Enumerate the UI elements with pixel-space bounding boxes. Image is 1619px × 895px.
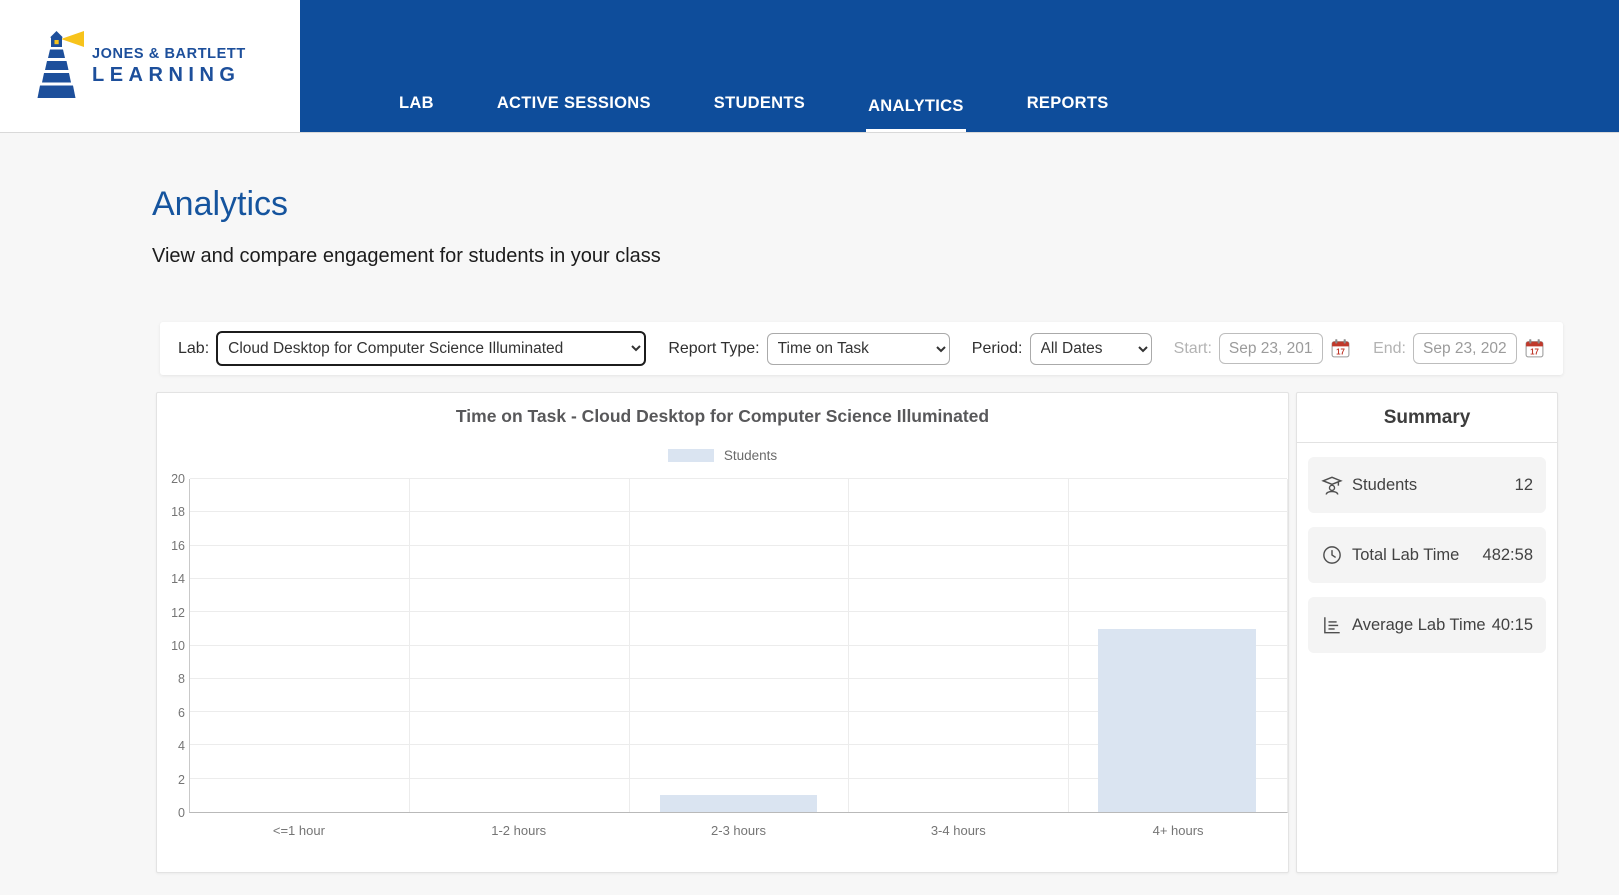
nav-tab-analytics[interactable]: ANALYTICS <box>866 97 966 132</box>
chart-x-axis: <=1 hour 1-2 hours 2-3 hours 3-4 hours 4+ ho… <box>189 823 1288 838</box>
student-icon <box>1321 474 1343 496</box>
summary-row-value: 482:58 <box>1482 545 1533 564</box>
summary-panel: Summary Students 12 Total Lab Time 482:5… <box>1296 392 1558 873</box>
lab-filter-group: Lab: Cloud Desktop for Computer Science … <box>178 331 647 366</box>
summary-divider <box>1297 442 1557 443</box>
report-type-filter-group: Report Type: Time on Task <box>668 332 950 365</box>
page-subtitle: View and compare engagement for students… <box>152 245 661 267</box>
brand-logo[interactable]: JONES & BARTLETT LEARNING <box>0 0 300 132</box>
summary-row-label: Average Lab Time <box>1352 615 1486 634</box>
start-date-input[interactable] <box>1218 333 1323 364</box>
period-select[interactable]: All Dates <box>1029 332 1152 365</box>
chart-legend: Students <box>157 448 1288 463</box>
legend-label-students: Students <box>723 448 778 463</box>
y-axis-tick-label: 4 <box>178 739 185 754</box>
summary-row-value: 12 <box>1514 475 1533 494</box>
x-axis-tick-label: 3-4 hours <box>930 823 986 838</box>
x-axis-tick-label: 4+ hours <box>1152 823 1204 838</box>
svg-text:17: 17 <box>1530 347 1539 356</box>
brand-line2: LEARNING <box>92 63 241 86</box>
summary-title: Summary <box>1383 407 1471 428</box>
brand-line1: JONES & BARTLETT <box>92 45 246 62</box>
chart-title: Time on Task - Cloud Desktop for Compute… <box>455 406 990 426</box>
bar-4+ hours <box>1098 628 1257 812</box>
y-axis-tick-label: 20 <box>171 472 185 486</box>
y-axis-tick-label: 18 <box>171 505 185 520</box>
gridline <box>628 479 630 812</box>
gridline <box>190 511 1287 513</box>
clock-icon <box>1321 544 1343 566</box>
summary-row-value: 40:15 <box>1491 615 1533 634</box>
gridline <box>848 479 850 812</box>
gridline <box>190 577 1287 579</box>
x-axis-tick-label: 1-2 hours <box>491 823 547 838</box>
brand-name: JONES & BARTLETT LEARNING <box>92 46 246 87</box>
nav-tab-students[interactable]: STUDENTS <box>712 94 807 133</box>
lab-label: Lab: <box>178 339 210 357</box>
header: JONES & BARTLETT LEARNING LAB ACTIVE SES… <box>0 0 1619 133</box>
summary-row-total-lab-time: Total Lab Time 482:58 <box>1308 527 1546 583</box>
nav-tab-reports[interactable]: REPORTS <box>1025 94 1111 133</box>
gridline <box>190 544 1287 546</box>
main-navigation: LAB ACTIVE SESSIONS STUDENTS ANALYTICS R… <box>300 0 1619 132</box>
y-axis-tick-label: 10 <box>171 639 185 653</box>
period-label: Period: <box>971 339 1023 357</box>
y-axis-tick-label: 12 <box>171 605 185 620</box>
lighthouse-logo-icon <box>28 29 86 103</box>
x-axis-tick-label: 2-3 hours <box>711 823 766 838</box>
bar-chart-icon <box>1321 614 1343 636</box>
summary-row-average-lab-time: Average Lab Time 40:15 <box>1308 597 1546 653</box>
x-axis-tick-label: <=1 hour <box>272 823 325 838</box>
y-axis-tick-label: 2 <box>178 772 185 787</box>
svg-text:17: 17 <box>1336 347 1345 356</box>
bar-2-3 hours <box>659 795 818 812</box>
y-axis-tick-label: 16 <box>171 538 185 553</box>
gridline <box>190 478 1287 479</box>
gridline <box>1067 479 1069 812</box>
summary-row-label: Students <box>1352 475 1418 494</box>
y-axis-tick-label: 6 <box>178 705 185 720</box>
report-type-label: Report Type: <box>668 339 760 357</box>
gridline <box>190 611 1287 613</box>
period-filter-group: Period: All Dates <box>971 332 1152 365</box>
nav-tab-lab[interactable]: LAB <box>397 94 436 133</box>
start-date-group: Start: 17 <box>1174 333 1351 364</box>
end-date-group: End: 17 <box>1373 333 1545 364</box>
report-type-select[interactable]: Time on Task <box>766 332 950 365</box>
filter-bar: Lab: Cloud Desktop for Computer Science … <box>160 322 1563 375</box>
lab-select[interactable]: Cloud Desktop for Computer Science Illum… <box>216 331 647 366</box>
summary-row-label: Total Lab Time <box>1352 545 1460 564</box>
start-date-calendar-button[interactable]: 17 <box>1330 338 1351 359</box>
y-axis-tick-label: 0 <box>178 806 185 820</box>
end-date-calendar-button[interactable]: 17 <box>1524 338 1545 359</box>
calendar-icon: 17 <box>1330 338 1351 359</box>
page-title: Analytics <box>152 185 289 223</box>
nav-tab-active-sessions[interactable]: ACTIVE SESSIONS <box>495 94 653 133</box>
chart-plot <box>189 478 1288 813</box>
calendar-icon: 17 <box>1524 338 1545 359</box>
start-date-label: Start: <box>1173 339 1212 357</box>
chart-card: Time on Task - Cloud Desktop for Compute… <box>156 392 1289 873</box>
end-date-input[interactable] <box>1413 333 1517 364</box>
chart-y-axis: 0 2 4 6 8 10 12 14 16 18 20 <box>157 472 185 820</box>
legend-swatch-students <box>667 449 714 462</box>
y-axis-tick-label: 8 <box>178 672 185 687</box>
y-axis-tick-label: 14 <box>171 572 185 587</box>
end-date-label: End: <box>1373 339 1406 357</box>
summary-row-students: Students 12 <box>1308 457 1546 513</box>
gridline <box>409 479 411 812</box>
